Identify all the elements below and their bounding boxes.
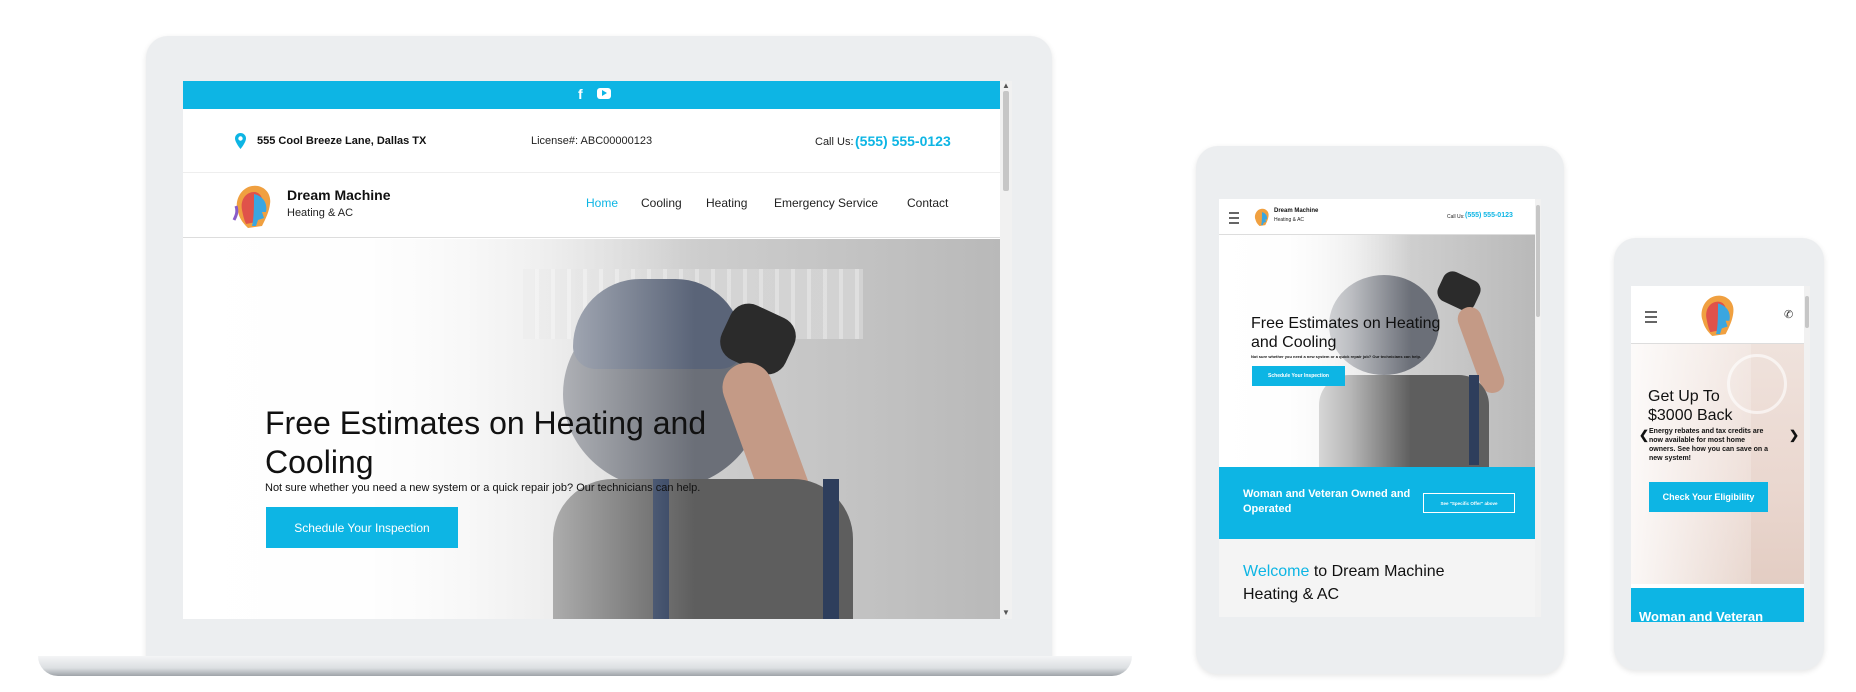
youtube-icon[interactable]: [597, 88, 611, 99]
tablet-welcome-accent: Welcome: [1243, 563, 1310, 580]
nav-contact[interactable]: Contact: [907, 196, 948, 210]
laptop-screen: f 555 Cool Breeze Lane, Dallas TX Licens…: [183, 81, 1012, 619]
tablet-schedule-inspection-button[interactable]: Schedule Your Inspection: [1252, 366, 1345, 386]
address-text: 555 Cool Breeze Lane, Dallas TX: [257, 135, 427, 147]
nav-home[interactable]: Home: [586, 196, 618, 210]
tablet-call-label: Call Us:: [1447, 214, 1465, 220]
tablet-phone-link[interactable]: (555) 555-0123: [1465, 212, 1513, 219]
nav-cooling[interactable]: Cooling: [641, 196, 682, 210]
phone-slider: ❮ ❯ Get Up To $3000 Back Energy rebates …: [1631, 344, 1804, 584]
phone-slide-text: Energy rebates and tax credits are now a…: [1649, 428, 1769, 462]
nav-heating[interactable]: Heating: [706, 196, 747, 210]
logo-image[interactable]: [232, 182, 276, 230]
tablet-scrollbar[interactable]: [1535, 199, 1541, 617]
phone-call-icon[interactable]: ✆: [1784, 308, 1793, 321]
phone-slide-title-line1: Get Up To: [1648, 388, 1720, 405]
phone-band-text: Woman and Veteran: [1639, 609, 1764, 622]
tablet-hero-title-line2: and Cooling: [1251, 334, 1337, 351]
tablet-brand-name: Dream Machine: [1274, 208, 1319, 214]
tablet-hero-image: Free Estimates on Heating and Cooling No…: [1219, 235, 1535, 467]
license-text: License#: ABC00000123: [531, 135, 653, 147]
tablet-band-text-line2: Operated: [1243, 503, 1292, 515]
phone-header: ✆: [1631, 286, 1804, 344]
tablet-hamburger-icon[interactable]: [1229, 212, 1239, 227]
tablet-owned-band: Woman and Veteran Owned and Operated See…: [1219, 467, 1535, 539]
hero-image: Free Estimates on Heating and Cooling No…: [183, 239, 1000, 619]
call-label: Call Us:: [815, 136, 854, 148]
tablet-header: Dream Machine Heating & AC Call Us: (555…: [1219, 199, 1535, 235]
phone-screen: ✆ ❮ ❯ Get Up To $3000 Back Energy rebate…: [1631, 286, 1810, 622]
tablet-offer-button[interactable]: See "Specific Offer" above: [1423, 493, 1515, 513]
slider-next-arrow[interactable]: ❯: [1789, 428, 1799, 442]
brand-subtitle: Heating & AC: [287, 207, 354, 219]
phone-link[interactable]: (555) 555-0123: [855, 133, 951, 149]
tablet-logo[interactable]: [1253, 206, 1271, 228]
tablet-hero-title-line1: Free Estimates on Heating: [1251, 315, 1441, 332]
schedule-inspection-button[interactable]: Schedule Your Inspection: [266, 507, 458, 548]
hero-subtitle: Not sure whether you need a new system o…: [265, 482, 701, 494]
laptop-scrollbar[interactable]: ▲ ▼: [1000, 81, 1012, 619]
main-header: Dream Machine Heating & AC Home Cooling …: [183, 174, 1000, 238]
slider-prev-arrow[interactable]: ❮: [1639, 428, 1649, 442]
phone-hamburger-icon[interactable]: [1645, 311, 1657, 326]
tablet-brand-subtitle: Heating & AC: [1274, 217, 1305, 223]
hero-title-line2: Cooling: [265, 444, 374, 480]
phone-scrollbar[interactable]: [1804, 286, 1810, 622]
tablet-screen: Dream Machine Heating & AC Call Us: (555…: [1219, 199, 1541, 617]
tablet-welcome-line1: Welcome to Dream Machine: [1243, 563, 1445, 581]
laptop-base: [38, 656, 1132, 676]
tablet-welcome-rest: to Dream Machine: [1309, 563, 1445, 580]
nav-emergency-service[interactable]: Emergency Service: [774, 196, 878, 210]
facebook-icon[interactable]: f: [578, 86, 583, 102]
info-row: 555 Cool Breeze Lane, Dallas TX License#…: [183, 109, 1000, 173]
check-eligibility-button[interactable]: Check Your Eligibility: [1649, 482, 1768, 512]
phone-slide-title-line2: $3000 Back: [1648, 407, 1733, 424]
tablet-welcome-line2: Heating & AC: [1243, 586, 1340, 603]
tablet-welcome-section: Welcome to Dream Machine Heating & AC: [1219, 539, 1535, 617]
tablet-hero-subtitle: Not sure whether you need a new system o…: [1251, 354, 1422, 359]
phone-owned-band: Woman and Veteran: [1631, 588, 1804, 622]
social-bar: f: [183, 81, 1000, 109]
brand-name: Dream Machine: [287, 187, 391, 203]
phone-logo[interactable]: [1697, 292, 1739, 338]
hero-title-line1: Free Estimates on Heating and: [265, 405, 707, 441]
tablet-band-text-line1: Woman and Veteran Owned and: [1243, 488, 1411, 500]
map-pin-icon: [235, 133, 246, 149]
